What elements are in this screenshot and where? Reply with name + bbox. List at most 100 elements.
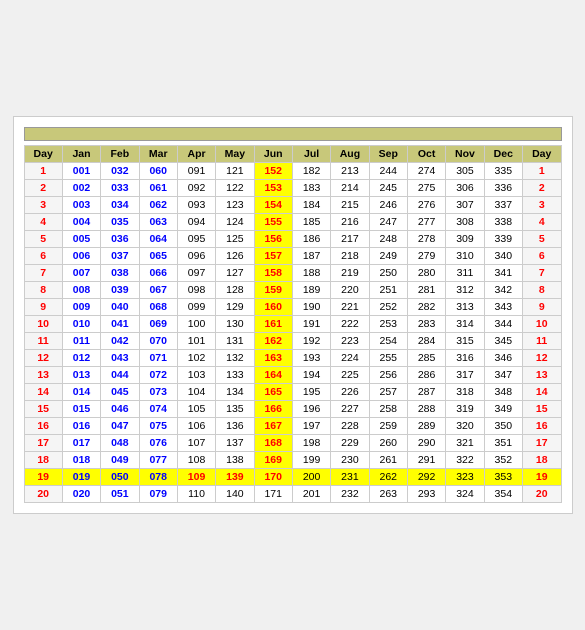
value-cell: 005 [62,231,100,248]
value-cell: 348 [484,384,522,401]
value-cell: 016 [62,418,100,435]
day-cell-end: 1 [522,163,561,180]
value-cell: 318 [446,384,484,401]
value-cell: 354 [484,486,522,503]
value-cell: 071 [139,350,177,367]
value-cell: 014 [62,384,100,401]
value-cell: 130 [216,316,254,333]
table-row: 40040350630941241551852162472773083384 [24,214,561,231]
value-cell: 073 [139,384,177,401]
value-cell: 281 [407,282,445,299]
value-cell: 319 [446,401,484,418]
value-cell: 213 [331,163,369,180]
value-cell: 214 [331,180,369,197]
value-cell: 069 [139,316,177,333]
value-cell: 105 [177,401,215,418]
value-cell: 159 [254,282,292,299]
value-cell: 097 [177,265,215,282]
value-cell: 038 [101,265,139,282]
table-row: 1101104207010113116219222325428431534511 [24,333,561,350]
value-cell: 280 [407,265,445,282]
value-cell: 339 [484,231,522,248]
value-cell: 002 [62,180,100,197]
value-cell: 103 [177,367,215,384]
day-cell: 15 [24,401,62,418]
value-cell: 337 [484,197,522,214]
value-cell: 182 [292,163,330,180]
day-cell: 20 [24,486,62,503]
value-cell: 201 [292,486,330,503]
table-row: 10010320600911211521822132442743053351 [24,163,561,180]
value-cell: 225 [331,367,369,384]
day-cell-end: 17 [522,435,561,452]
value-cell: 107 [177,435,215,452]
value-cell: 247 [369,214,407,231]
value-cell: 140 [216,486,254,503]
value-cell: 345 [484,333,522,350]
header-cell: May [216,146,254,163]
value-cell: 321 [446,435,484,452]
value-cell: 099 [177,299,215,316]
day-cell: 9 [24,299,62,316]
value-cell: 101 [177,333,215,350]
value-cell: 160 [254,299,292,316]
value-cell: 317 [446,367,484,384]
day-cell: 10 [24,316,62,333]
value-cell: 075 [139,418,177,435]
value-cell: 283 [407,316,445,333]
value-cell: 249 [369,248,407,265]
value-cell: 035 [101,214,139,231]
header-cell: Aug [331,146,369,163]
value-cell: 012 [62,350,100,367]
value-cell: 346 [484,350,522,367]
value-cell: 036 [101,231,139,248]
value-cell: 066 [139,265,177,282]
value-cell: 261 [369,452,407,469]
day-cell-end: 12 [522,350,561,367]
day-cell-end: 14 [522,384,561,401]
value-cell: 125 [216,231,254,248]
value-cell: 352 [484,452,522,469]
value-cell: 050 [101,469,139,486]
value-cell: 034 [101,197,139,214]
value-cell: 161 [254,316,292,333]
value-cell: 043 [101,350,139,367]
table-row: 60060370650961261571872182492793103406 [24,248,561,265]
value-cell: 343 [484,299,522,316]
value-cell: 340 [484,248,522,265]
value-cell: 188 [292,265,330,282]
value-cell: 309 [446,231,484,248]
value-cell: 061 [139,180,177,197]
calendar-table: DayJanFebMarAprMayJunJulAugSepOctNovDecD… [24,145,562,503]
value-cell: 256 [369,367,407,384]
value-cell: 194 [292,367,330,384]
value-cell: 306 [446,180,484,197]
value-cell: 221 [331,299,369,316]
value-cell: 063 [139,214,177,231]
value-cell: 095 [177,231,215,248]
value-cell: 003 [62,197,100,214]
header-row: DayJanFebMarAprMayJunJulAugSepOctNovDecD… [24,146,561,163]
value-cell: 251 [369,282,407,299]
value-cell: 048 [101,435,139,452]
table-row: 1401404507310413416519522625728731834814 [24,384,561,401]
value-cell: 341 [484,265,522,282]
value-cell: 127 [216,265,254,282]
value-cell: 312 [446,282,484,299]
day-cell: 12 [24,350,62,367]
value-cell: 039 [101,282,139,299]
value-cell: 162 [254,333,292,350]
day-cell-end: 19 [522,469,561,486]
value-cell: 070 [139,333,177,350]
header-cell: Day [24,146,62,163]
table-row: 1601604707510613616719722825928932035016 [24,418,561,435]
value-cell: 079 [139,486,177,503]
value-cell: 288 [407,401,445,418]
day-cell-end: 6 [522,248,561,265]
value-cell: 154 [254,197,292,214]
value-cell: 292 [407,469,445,486]
value-cell: 344 [484,316,522,333]
value-cell: 065 [139,248,177,265]
value-cell: 109 [177,469,215,486]
value-cell: 020 [62,486,100,503]
